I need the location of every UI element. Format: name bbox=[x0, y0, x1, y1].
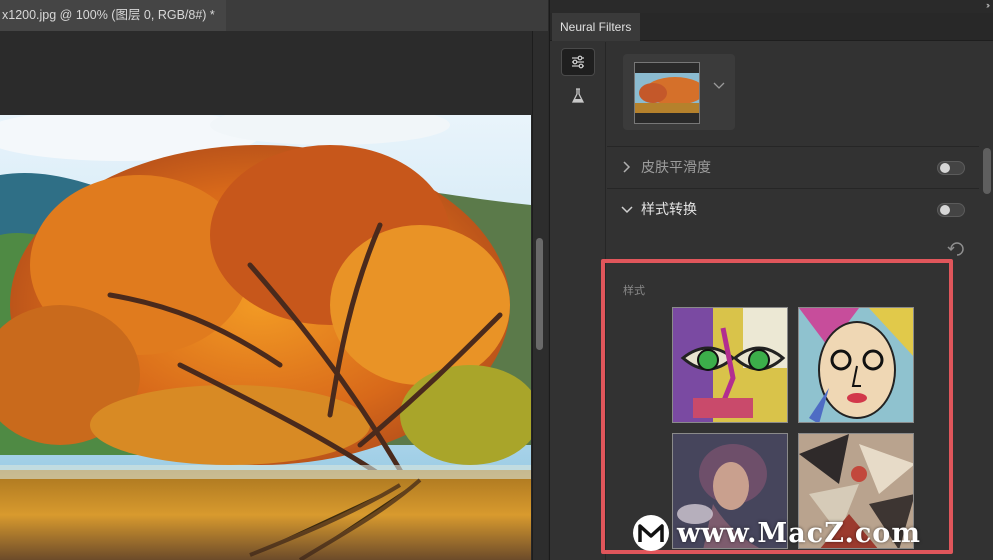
filter-toggle[interactable] bbox=[937, 161, 965, 175]
document-tab[interactable]: x1200.jpg @ 100% (图层 0, RGB/8#) * bbox=[0, 0, 226, 31]
document-scrollbar-thumb[interactable] bbox=[536, 238, 543, 350]
preview-thumbnail bbox=[634, 62, 700, 124]
reset-icon[interactable] bbox=[947, 242, 965, 256]
toggle-knob bbox=[940, 205, 950, 215]
highlight-box bbox=[601, 259, 953, 554]
canvas-pasteboard bbox=[0, 31, 532, 115]
filter-row-skin-smoothing[interactable]: 皮肤平滑度 bbox=[607, 147, 979, 188]
autumn-tree-image bbox=[0, 115, 531, 560]
flask-icon bbox=[571, 88, 585, 103]
document-image[interactable] bbox=[0, 115, 531, 560]
macz-logo-icon bbox=[633, 515, 669, 551]
panel-scrollbar-thumb[interactable] bbox=[983, 148, 991, 194]
filter-label: 皮肤平滑度 bbox=[641, 159, 711, 175]
chevron-down-icon[interactable] bbox=[713, 82, 725, 90]
filter-row-style-transfer[interactable]: 样式转换 bbox=[607, 189, 979, 230]
preview-card[interactable] bbox=[623, 54, 735, 130]
panel-tab-row: Neural Filters bbox=[550, 13, 993, 41]
filter-label: 样式转换 bbox=[641, 201, 697, 217]
sliders-button[interactable] bbox=[561, 48, 595, 76]
watermark-text: www.MacZ.com bbox=[677, 517, 921, 549]
filter-toggle[interactable] bbox=[937, 203, 965, 217]
document-tab-bar: x1200.jpg @ 100% (图层 0, RGB/8#) * bbox=[0, 0, 548, 31]
chevron-right-icon[interactable] bbox=[623, 161, 631, 173]
beta-filters-button[interactable] bbox=[561, 82, 595, 110]
chevron-down-icon[interactable] bbox=[621, 206, 633, 214]
panel-tool-column bbox=[550, 42, 606, 560]
double-chevron-right-icon[interactable]: ›› bbox=[986, 0, 990, 10]
toggle-knob bbox=[940, 163, 950, 173]
sliders-icon bbox=[572, 55, 584, 69]
panel-top-strip: ›› bbox=[550, 0, 993, 13]
watermark: www.MacZ.com bbox=[633, 513, 921, 553]
tab-neural-filters[interactable]: Neural Filters bbox=[552, 13, 640, 41]
